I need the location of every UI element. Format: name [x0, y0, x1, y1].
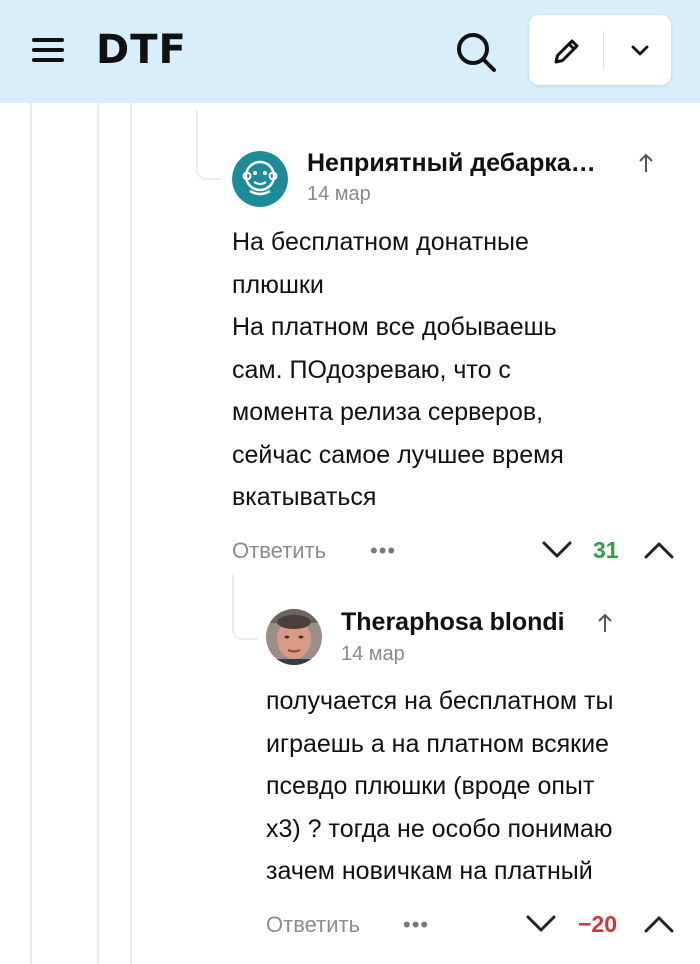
- chevron-down-icon[interactable]: [622, 33, 658, 69]
- thread-line: [130, 103, 132, 964]
- arrow-up-icon[interactable]: [637, 152, 655, 174]
- dtf-logo[interactable]: DTF: [96, 26, 187, 74]
- comment-author[interactable]: Неприятный дебарка…: [307, 149, 596, 178]
- comment-text: получается на бесплатном ты играешь а на…: [266, 687, 614, 885]
- vote-down-icon[interactable]: [541, 538, 573, 562]
- top-header: DTF: [0, 0, 700, 103]
- avatar[interactable]: [232, 151, 288, 207]
- vote-up-icon[interactable]: [643, 538, 675, 562]
- thread-line: [97, 103, 99, 964]
- comment-rating: 31: [593, 537, 619, 563]
- avatar[interactable]: [266, 609, 322, 665]
- vote-up-icon[interactable]: [643, 912, 675, 936]
- arrow-up-icon[interactable]: [596, 612, 614, 634]
- comment-date: 14 мар: [307, 183, 371, 205]
- search-icon[interactable]: [452, 28, 500, 76]
- more-options-icon[interactable]: •••: [403, 912, 429, 938]
- reply-button[interactable]: Ответить: [266, 912, 360, 938]
- burger-menu-icon[interactable]: [32, 37, 66, 63]
- pencil-icon[interactable]: [547, 31, 587, 71]
- button-divider: [603, 31, 604, 69]
- comment-date: 14 мар: [341, 643, 405, 665]
- comment-text: На бесплатном донатные плюшки На платном…: [232, 228, 564, 511]
- reply-button[interactable]: Ответить: [232, 538, 326, 564]
- write-button-group: [529, 15, 671, 85]
- comment-rating: −20: [578, 911, 618, 937]
- vote-down-icon[interactable]: [525, 912, 557, 936]
- thread-line: [30, 103, 32, 964]
- thread-connector: [196, 110, 222, 180]
- comment-author[interactable]: Theraphosa blondi: [341, 608, 565, 637]
- more-options-icon[interactable]: •••: [370, 538, 396, 564]
- thread-connector: [232, 574, 258, 640]
